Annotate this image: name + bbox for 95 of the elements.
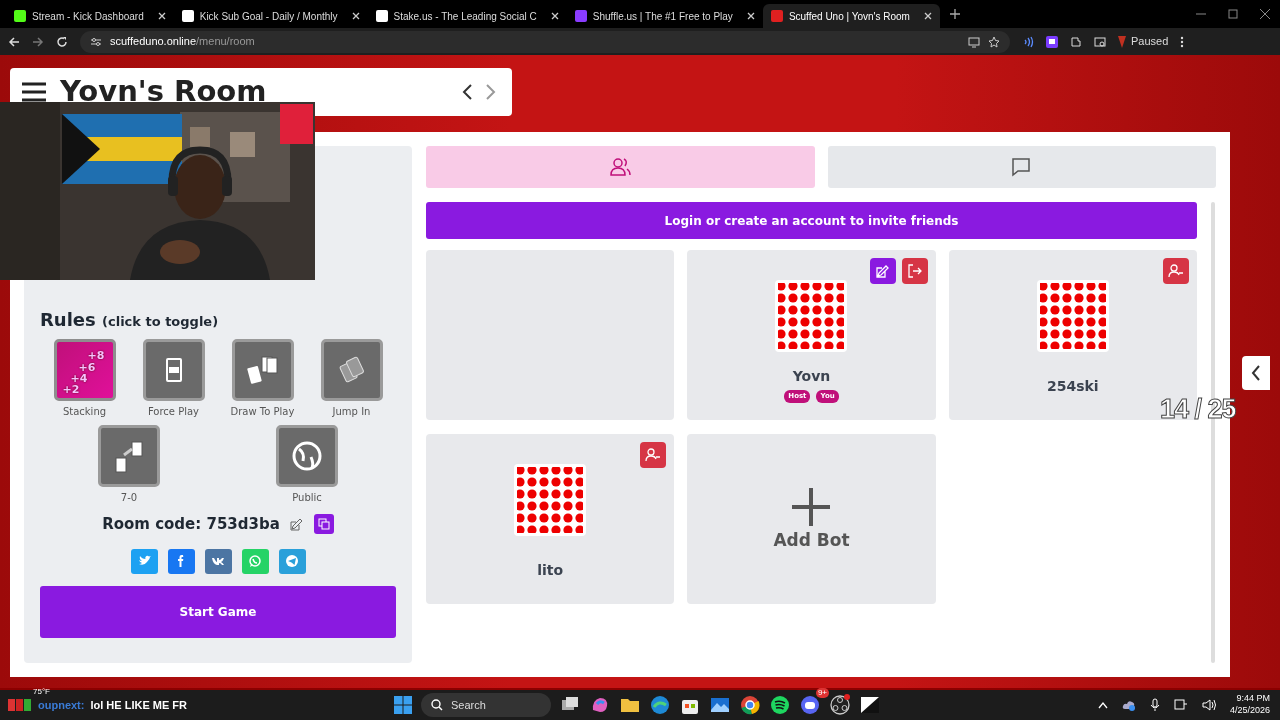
- edit-icon: [874, 263, 891, 279]
- tab-favicon: [181, 10, 194, 22]
- cards-icon: [245, 353, 280, 387]
- browser-tab[interactable]: Kick Sub Goal - Daily / Monthly: [173, 4, 368, 28]
- profile-icon: [1118, 35, 1126, 48]
- edit-button[interactable]: [869, 258, 896, 284]
- microphone-icon[interactable]: [1149, 698, 1160, 712]
- browser-tab[interactable]: Shuffle.us | The #1 Free to Play: [566, 4, 763, 28]
- remove-user-icon: [645, 447, 662, 463]
- tab-favicon: [14, 10, 26, 22]
- browser-tab[interactable]: Stream - Kick Dashboard: [6, 4, 174, 28]
- close-icon[interactable]: [157, 12, 166, 20]
- menu-icon[interactable]: [1180, 35, 1185, 48]
- start-game-button[interactable]: Start Game: [40, 585, 396, 638]
- share-button[interactable]: [130, 548, 158, 574]
- browser-tab[interactable]: Stake.us - The Leading Social C: [367, 4, 567, 28]
- chat-icon: [1011, 157, 1033, 177]
- tab-favicon: [770, 10, 783, 22]
- record-icon[interactable]: [829, 694, 851, 716]
- profile-button[interactable]: Paused: [1118, 33, 1169, 50]
- room-title: Yovn's Room: [60, 73, 268, 111]
- player-name: Yovn: [792, 367, 831, 386]
- share-button[interactable]: [167, 548, 195, 574]
- cloud-icon[interactable]: [1121, 699, 1136, 711]
- new-tab-icon[interactable]: [949, 9, 960, 19]
- discord-icon[interactable]: [799, 694, 821, 716]
- edit-icon[interactable]: [289, 517, 304, 532]
- rule-label: 7-0: [120, 491, 138, 505]
- rule-label: Jump In: [332, 405, 371, 419]
- rule-label: Draw To Play: [230, 405, 295, 419]
- plus-icon: [790, 486, 833, 528]
- tab-favicon: [375, 10, 388, 22]
- chat-badges-icon: [8, 699, 32, 711]
- site-settings-icon[interactable]: [90, 35, 102, 48]
- jump-rule-toggle[interactable]: [320, 339, 383, 401]
- rule-label: Public: [292, 491, 322, 505]
- chevron-up-icon[interactable]: [1097, 701, 1108, 709]
- close-icon[interactable]: [550, 12, 559, 20]
- copy-icon: [317, 518, 330, 531]
- draw-rule-toggle[interactable]: [231, 339, 294, 401]
- close-icon[interactable]: [923, 12, 932, 20]
- restore-icon[interactable]: [1228, 9, 1238, 19]
- music-icon[interactable]: [769, 694, 791, 716]
- public-rule-toggle[interactable]: [276, 425, 338, 487]
- share-button[interactable]: [204, 548, 232, 574]
- users-icon: [609, 157, 631, 177]
- seven-rule-toggle[interactable]: [98, 425, 160, 487]
- back-icon[interactable]: [8, 35, 20, 48]
- add-bot-card[interactable]: Add Bot: [687, 434, 936, 604]
- share-button[interactable]: [278, 548, 306, 574]
- reload-icon[interactable]: [56, 35, 68, 48]
- close-icon[interactable]: [1260, 9, 1270, 19]
- extension-icon[interactable]: [1046, 35, 1058, 48]
- force-rule-toggle[interactable]: [142, 339, 205, 401]
- notification-badge: 9+: [815, 688, 829, 698]
- tab-search-icon[interactable]: [1094, 35, 1106, 48]
- browser-tab[interactable]: Scuffed Uno | Yovn's Room: [762, 4, 940, 28]
- previous-icon[interactable]: [462, 84, 472, 100]
- chevron-left-icon: [1251, 365, 1261, 381]
- remove-user-icon: [1168, 263, 1184, 279]
- search-icon: [431, 699, 443, 711]
- rule-label: Force Play: [147, 405, 200, 419]
- kick-button[interactable]: [1163, 258, 1189, 284]
- chrome-icon[interactable]: [739, 694, 761, 716]
- menu-icon[interactable]: [22, 82, 46, 102]
- sidebar-toggle[interactable]: [1242, 356, 1270, 390]
- volume-icon[interactable]: [1201, 699, 1216, 711]
- bird-icon: [137, 554, 151, 568]
- copy-button[interactable]: [313, 514, 334, 535]
- chat-username: oupnext:: [38, 697, 85, 713]
- exit-icon: [906, 263, 923, 279]
- next-icon[interactable]: [486, 84, 496, 100]
- tab-favicon: [574, 10, 587, 22]
- forward-icon[interactable]: [32, 35, 44, 48]
- taskbar-search[interactable]: Search: [421, 693, 551, 717]
- rules-heading: Rules (click to toggle): [40, 308, 219, 332]
- weather-text: 75°F: [33, 686, 50, 698]
- kick-button[interactable]: [640, 442, 667, 468]
- close-icon[interactable]: [746, 12, 755, 20]
- paper-plane-icon: [285, 554, 299, 568]
- address-bar[interactable]: scuffeduno.online/menu/room: [80, 30, 1010, 53]
- phone-icon: [248, 554, 262, 568]
- chat-message: lol HE LIKE ME FR: [90, 697, 187, 713]
- invite-banner[interactable]: Login or create an account to invite friends: [426, 202, 1197, 239]
- install-icon[interactable]: [968, 35, 980, 48]
- windows-start-icon[interactable]: [393, 695, 413, 715]
- leave-button[interactable]: [901, 258, 928, 284]
- player-name: 254ski: [1047, 377, 1099, 396]
- player-name: lito: [537, 561, 564, 580]
- rule-label: Stacking: [62, 405, 107, 419]
- bookmark-star-icon[interactable]: [988, 35, 1000, 48]
- clock[interactable]: 9:44 PM 4/25/2026: [1229, 693, 1270, 717]
- card-swap-icon: [112, 439, 146, 473]
- close-icon[interactable]: [351, 12, 360, 20]
- room-code: Room code: 753d3ba: [102, 514, 280, 535]
